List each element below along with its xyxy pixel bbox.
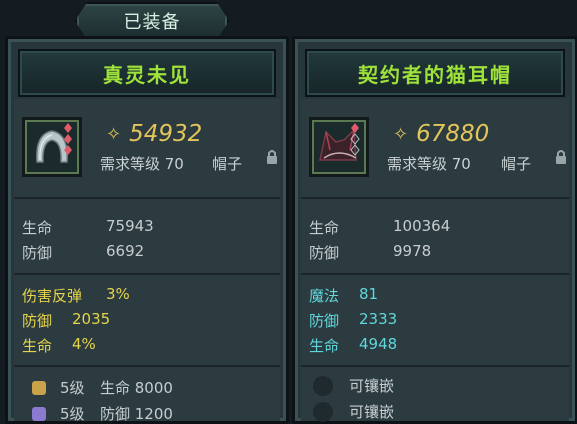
divider: [301, 365, 569, 367]
currency-icon: ✧: [393, 123, 409, 145]
item-name: 真灵未见: [103, 62, 191, 87]
level-requirement: 需求等级 70: [387, 155, 471, 173]
divider: [14, 273, 280, 275]
item-name: 契约者的猫耳帽: [358, 62, 512, 87]
gem-icon: [32, 380, 46, 395]
item-icon-slot[interactable]: [309, 117, 369, 177]
divider: [14, 365, 280, 367]
empty-socket[interactable]: 可镶嵌: [313, 401, 394, 422]
lock-icon[interactable]: [266, 149, 278, 165]
gem-icon: [32, 406, 46, 421]
base-stat-row: 防御 9978: [309, 242, 432, 262]
bonus-stat-row: 生命 4%: [22, 335, 96, 355]
empty-socket-icon: [313, 401, 333, 422]
divider: [301, 273, 569, 275]
equipped-item-panel: 真灵未见 ✧ 54932 需求等级 70 帽子 生命 75943 防御 6692…: [5, 36, 289, 424]
empty-socket-icon: [313, 375, 333, 396]
gem-socket[interactable]: 5级 防御 1200: [32, 403, 173, 424]
item-details: ✧ 67880 需求等级 70 帽子 生命 100364 防御 9978 魔法 …: [301, 99, 569, 422]
bonus-stat-row: 魔法 81: [309, 285, 379, 305]
item-price: ✧ 67880: [393, 121, 489, 147]
divider: [14, 197, 280, 199]
lock-icon[interactable]: [555, 149, 567, 165]
divider: [301, 197, 569, 199]
item-name-banner: 真灵未见: [18, 49, 276, 97]
empty-socket[interactable]: 可镶嵌: [313, 375, 394, 396]
item-price: ✧ 54932: [106, 121, 202, 147]
quality-gems-icon: [64, 123, 72, 155]
base-stat-row: 防御 6692: [22, 242, 145, 262]
bonus-stat-row: 伤害反弹 3%: [22, 285, 130, 305]
slot-type: 帽子: [501, 155, 532, 173]
price-value: 67880: [416, 121, 490, 147]
level-requirement: 需求等级 70: [100, 155, 184, 173]
bonus-stat-row: 生命 4948: [309, 335, 398, 355]
equipped-tab[interactable]: 已装备: [75, 2, 229, 40]
item-details: ✧ 54932 需求等级 70 帽子 生命 75943 防御 6692 伤害反弹…: [14, 99, 280, 424]
currency-icon: ✧: [106, 123, 122, 145]
compare-item-panel: 契约者的猫耳帽 ✧ 67880 需求等级 70 帽子 生命 100364 防御 …: [292, 36, 577, 424]
base-stat-row: 生命 75943: [22, 217, 154, 237]
equipped-label: 已装备: [123, 12, 181, 33]
price-value: 54932: [129, 121, 203, 147]
slot-type: 帽子: [212, 155, 243, 173]
bonus-stat-row: 防御 2035: [22, 310, 111, 330]
gem-socket[interactable]: 5级 生命 8000: [32, 377, 173, 398]
base-stat-row: 生命 100364: [309, 217, 451, 237]
bonus-stat-row: 防御 2333: [309, 310, 398, 330]
item-icon-slot[interactable]: [22, 117, 82, 177]
item-name-banner: 契约者的猫耳帽: [305, 49, 565, 97]
quality-gems-icon: [350, 123, 360, 156]
